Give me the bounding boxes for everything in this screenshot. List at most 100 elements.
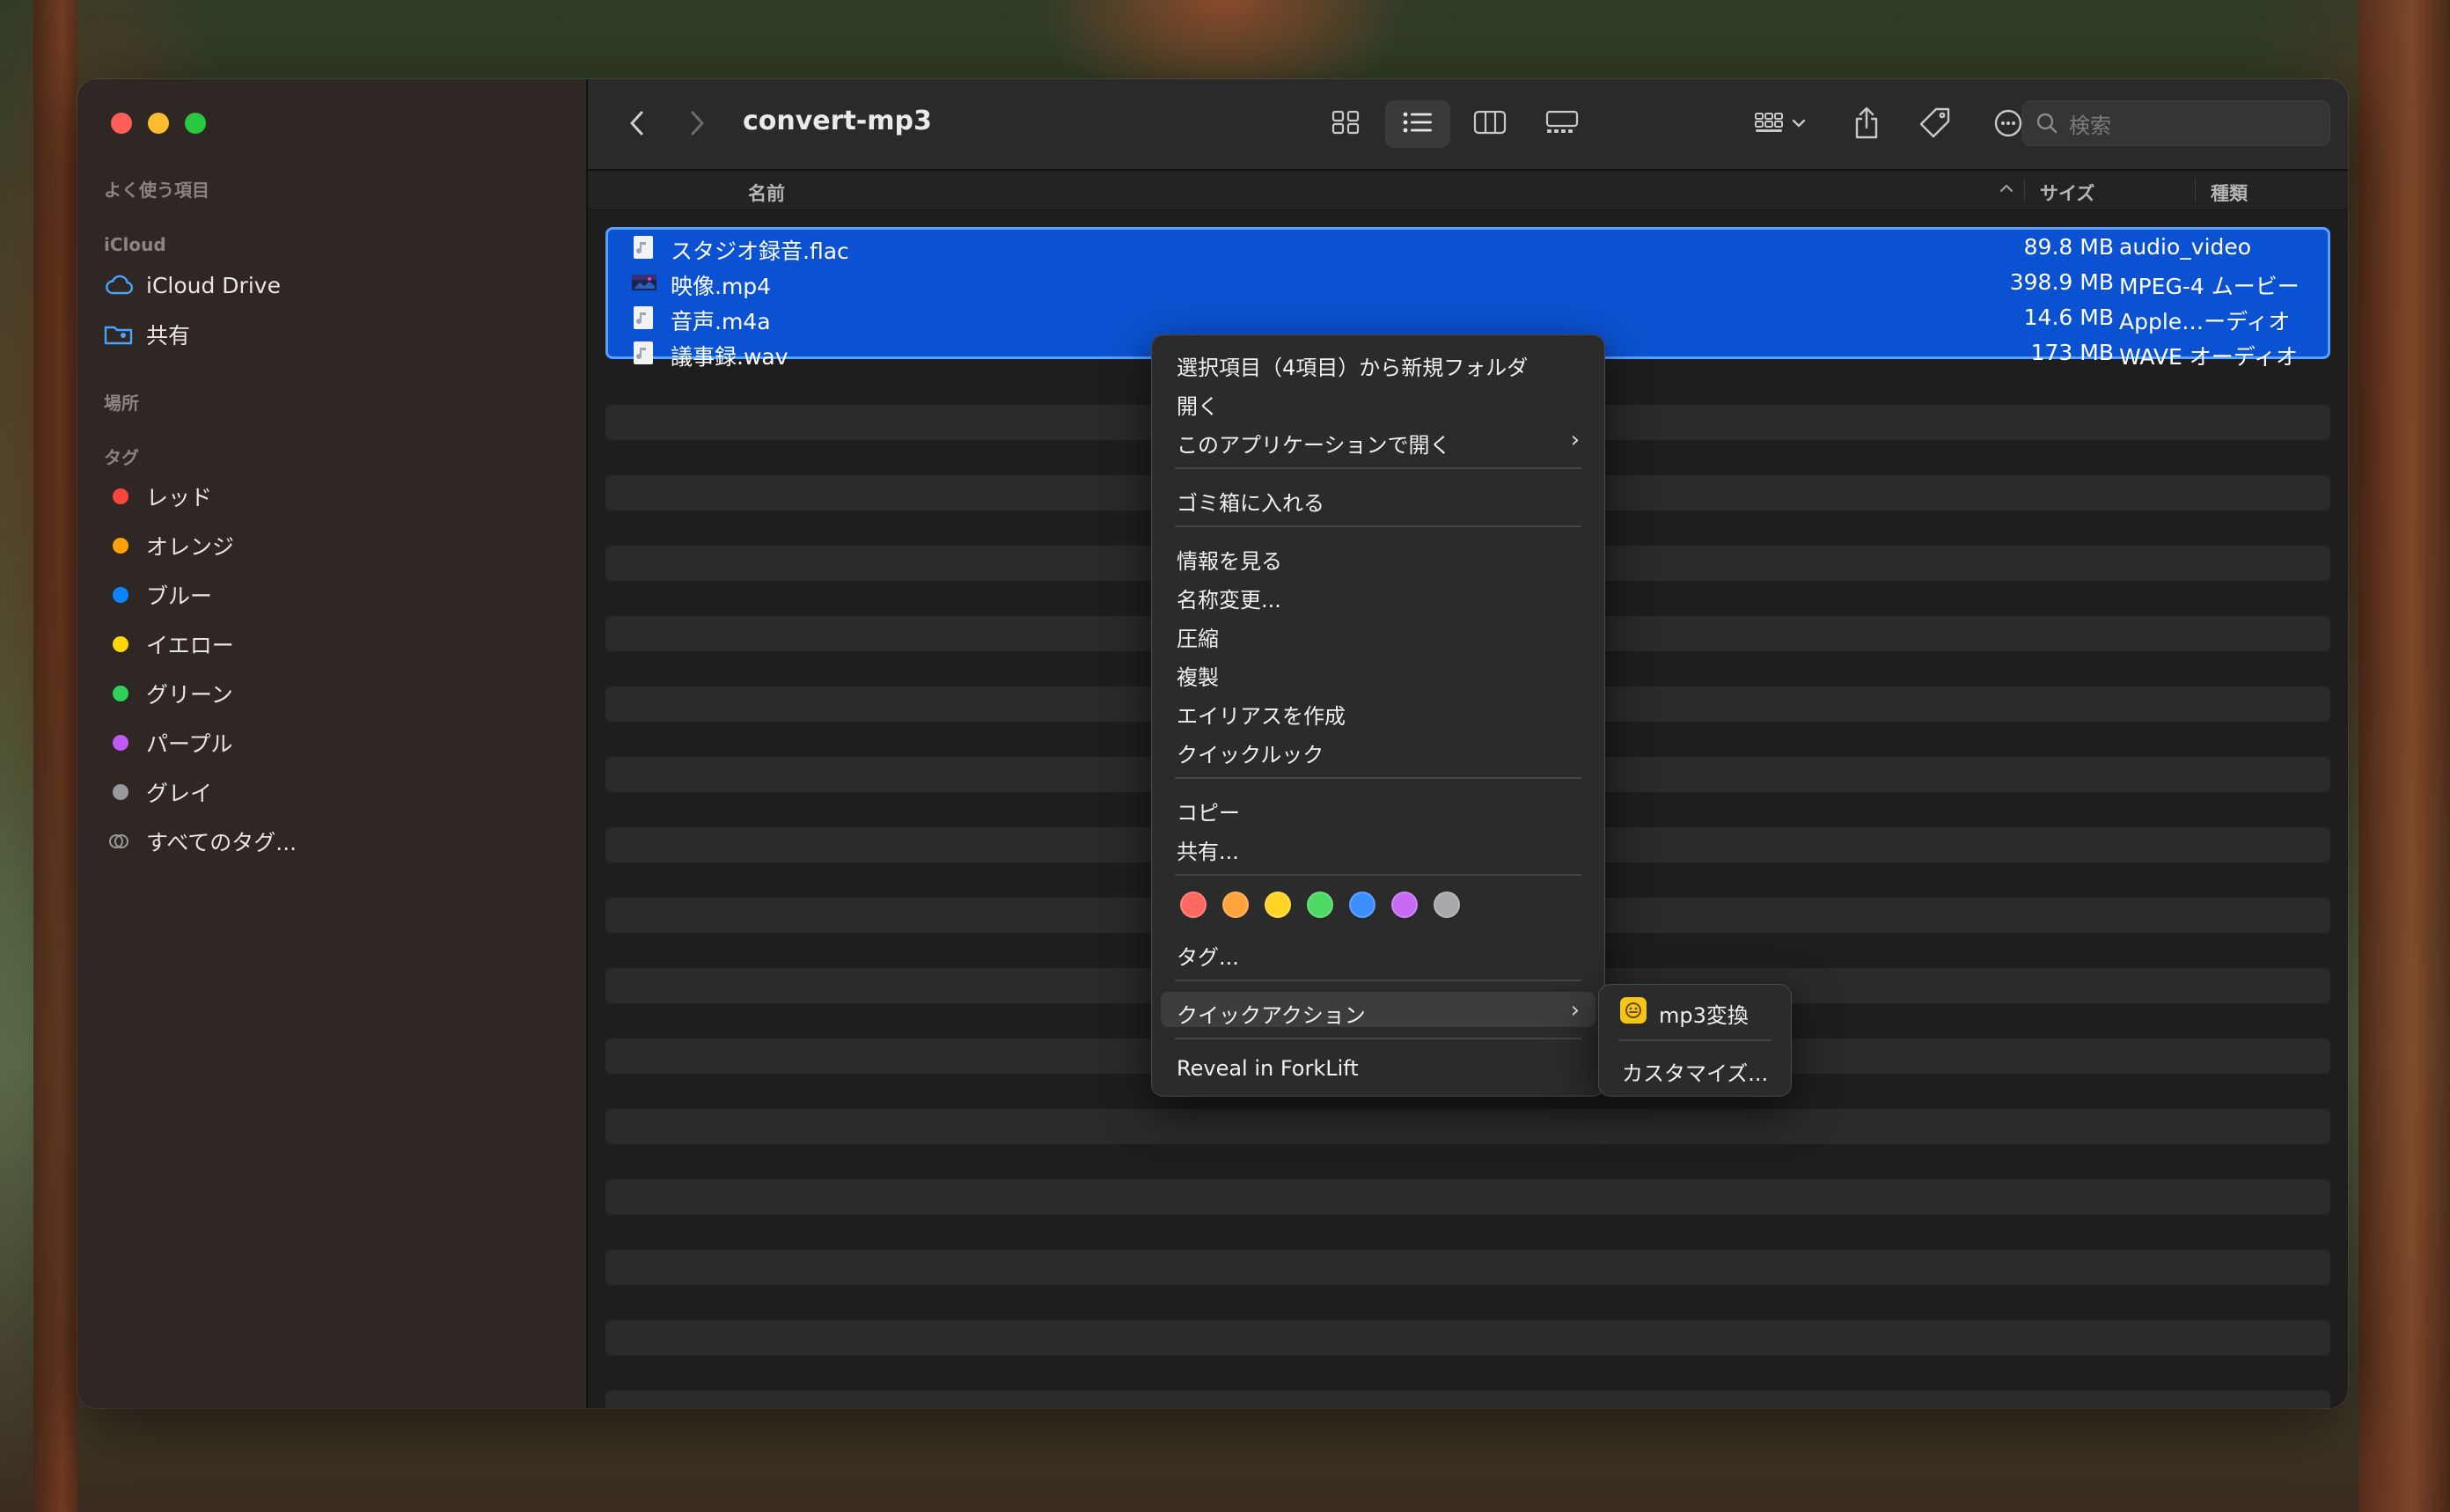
menu-separator: [1618, 1039, 1771, 1041]
menu-item-label: このアプリケーションで開く: [1177, 433, 1451, 458]
tag-color-orange[interactable]: [1222, 892, 1249, 918]
menu-item-label: コピー: [1177, 801, 1240, 826]
search-field[interactable]: 検索: [2022, 100, 2330, 146]
tag-color-gray[interactable]: [1434, 892, 1460, 918]
close-button[interactable]: [111, 113, 132, 134]
list-icon: [1402, 110, 1434, 138]
empty-row: [605, 1391, 2330, 1408]
file-row[interactable]: 音声.m4a 14.6 MB Apple…ーディオ: [605, 299, 2330, 334]
file-row[interactable]: スタジオ録音.flac 89.8 MB audio_video: [605, 229, 2330, 264]
purple-tag-dot-icon: [113, 735, 128, 751]
menu-item-label: クイックルック: [1177, 743, 1324, 767]
file-kind: MPEG-4 ムービー: [2119, 274, 2300, 299]
shared-folder-icon: [104, 323, 136, 346]
column-divider[interactable]: [2195, 178, 2196, 202]
grid-icon: [1331, 109, 1361, 139]
menu-item-compress[interactable]: 圧縮: [1161, 615, 1595, 651]
empty-row: [605, 1179, 2330, 1215]
file-name: スタジオ録音.flac: [671, 239, 849, 264]
tag-button[interactable]: [1913, 104, 1957, 146]
menu-item-move-to-trash[interactable]: ゴミ箱に入れる: [1161, 480, 1595, 516]
sidebar-item-label: グレイ: [146, 781, 213, 806]
sidebar-section-icloud: iCloud: [104, 234, 166, 255]
sidebar: よく使う項目 iCloud iCloud Drive 共有 場所 タグ レッド …: [77, 79, 588, 1408]
sidebar-tag-green[interactable]: グリーン: [104, 674, 233, 713]
column-header-kind[interactable]: 種類: [2211, 180, 2248, 206]
sidebar-tag-yellow[interactable]: イエロー: [104, 625, 234, 664]
yellow-tag-dot-icon: [113, 636, 128, 652]
menu-item-duplicate[interactable]: 複製: [1161, 654, 1595, 690]
tag-color-yellow[interactable]: [1265, 892, 1291, 918]
orange-tag-dot-icon: [113, 538, 128, 554]
minimize-button[interactable]: [148, 113, 169, 134]
menu-item-new-folder-with-selection[interactable]: 選択項目（4項目）から新規フォルダ: [1161, 344, 1595, 380]
menu-item-share[interactable]: 共有...: [1161, 828, 1595, 864]
sidebar-item-label: オレンジ: [146, 534, 235, 560]
submenu-item-label: カスタマイズ...: [1622, 1061, 1769, 1086]
chevron-right-icon: ›: [1570, 427, 1580, 453]
sidebar-section-locations: 場所: [104, 393, 139, 414]
sidebar-all-tags[interactable]: すべてのタグ...: [104, 822, 297, 861]
forward-button[interactable]: [679, 104, 715, 146]
submenu-item-mp3-convert[interactable]: mp3変換: [1608, 992, 1782, 1028]
menu-item-open-with[interactable]: このアプリケーションで開く ›: [1161, 422, 1595, 458]
audio-file-icon: [632, 305, 655, 330]
zoom-button[interactable]: [185, 113, 206, 134]
sidebar-tag-blue[interactable]: ブルー: [104, 576, 212, 614]
menu-item-rename[interactable]: 名称変更...: [1161, 576, 1595, 613]
sidebar-tag-purple[interactable]: パープル: [104, 723, 233, 762]
file-name: 映像.mp4: [671, 274, 772, 299]
sidebar-tag-orange[interactable]: オレンジ: [104, 526, 234, 565]
icon-view-button[interactable]: [1313, 100, 1378, 148]
sidebar-tag-gray[interactable]: グレイ: [104, 773, 212, 811]
file-name: 議事録.wav: [671, 344, 789, 370]
menu-item-make-alias[interactable]: エイリアスを作成: [1161, 693, 1595, 729]
menu-item-label: ゴミ箱に入れる: [1177, 491, 1324, 516]
file-size: 173 MB: [2030, 340, 2114, 365]
back-button[interactable]: [620, 104, 655, 146]
file-name: 音声.m4a: [671, 309, 771, 334]
menu-item-quick-actions[interactable]: クイックアクション ›: [1161, 992, 1595, 1028]
quick-actions-submenu: mp3変換 カスタマイズ...: [1598, 984, 1792, 1097]
column-header-name[interactable]: 名前: [748, 180, 785, 206]
column-divider[interactable]: [2024, 178, 2025, 202]
column-header-size[interactable]: サイズ: [2040, 180, 2094, 206]
group-button[interactable]: [1746, 104, 1816, 146]
sidebar-item-label: すべてのタグ...: [146, 830, 297, 855]
gallery-view-button[interactable]: [1529, 100, 1595, 148]
share-button[interactable]: [1845, 104, 1889, 146]
audio-file-icon: [632, 341, 655, 365]
menu-item-get-info[interactable]: 情報を見る: [1161, 538, 1595, 574]
menu-item-label: 圧縮: [1177, 627, 1219, 651]
tag-color-red[interactable]: [1180, 892, 1207, 918]
file-size: 14.6 MB: [2023, 305, 2114, 330]
submenu-item-customize[interactable]: カスタマイズ...: [1608, 1050, 1782, 1086]
tag-color-blue[interactable]: [1349, 892, 1375, 918]
tag-color-picker: [1180, 892, 1460, 918]
menu-item-tags[interactable]: タグ...: [1161, 934, 1595, 970]
menu-item-copy[interactable]: コピー: [1161, 789, 1595, 826]
sort-ascending-icon[interactable]: [1998, 178, 2015, 203]
tag-color-purple[interactable]: [1391, 892, 1418, 918]
sidebar-item-shared[interactable]: 共有: [104, 315, 190, 354]
menu-item-label: 名称変更...: [1177, 588, 1281, 613]
tag-icon: [1918, 106, 1952, 143]
menu-item-label: 開く: [1177, 394, 1219, 419]
menu-item-label: 情報を見る: [1177, 549, 1282, 574]
file-row[interactable]: 映像.mp4 398.9 MB MPEG-4 ムービー: [605, 264, 2330, 299]
blue-tag-dot-icon: [113, 587, 128, 603]
folder-title: convert-mp3: [743, 106, 932, 136]
menu-item-label: クイックアクション: [1177, 1003, 1366, 1028]
column-header-row: 名前 サイズ 種類: [588, 171, 2348, 210]
sidebar-item-icloud-drive[interactable]: iCloud Drive: [104, 266, 281, 305]
green-tag-dot-icon: [113, 686, 128, 701]
menu-item-quick-look[interactable]: クイックルック: [1161, 731, 1595, 767]
menu-item-reveal-in-forklift[interactable]: Reveal in ForkLift: [1161, 1050, 1595, 1085]
sidebar-tag-red[interactable]: レッド: [104, 477, 212, 516]
menu-item-open[interactable]: 開く: [1161, 383, 1595, 419]
gray-tag-dot-icon: [113, 784, 128, 800]
file-size: 89.8 MB: [2023, 234, 2114, 260]
column-view-button[interactable]: [1457, 100, 1522, 148]
tag-color-green[interactable]: [1307, 892, 1333, 918]
list-view-button[interactable]: [1385, 100, 1450, 148]
